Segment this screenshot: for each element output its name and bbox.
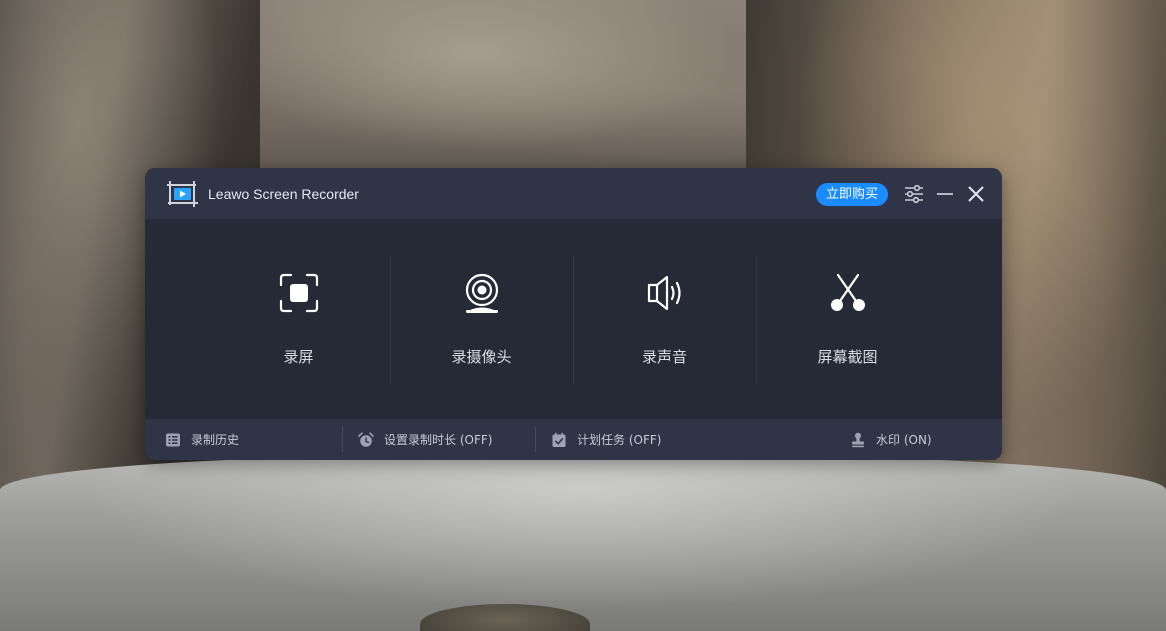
recording-history-label: 录制历史	[191, 433, 240, 447]
list-icon	[166, 433, 180, 446]
app-title: Leawo Screen Recorder	[208, 186, 359, 202]
stamp-icon	[852, 432, 864, 447]
recording-history-button[interactable]: 录制历史	[165, 419, 239, 460]
bottom-divider	[535, 427, 536, 452]
record-webcam-label: 录摄像头	[451, 348, 512, 366]
feature-panel: 录屏 录摄像头 录声音 屏幕截图	[145, 219, 1002, 419]
bottom-bar: 录制历史 设置录制时长 (OFF) 计划任务 (OFF) 水印 (ON)	[145, 419, 1002, 460]
screenshot-button[interactable]: 屏幕截图	[756, 219, 939, 419]
scissors-icon	[830, 273, 865, 311]
settings-sliders-icon[interactable]	[904, 185, 924, 203]
close-icon[interactable]	[966, 184, 986, 204]
record-audio-label: 录声音	[641, 348, 687, 366]
watermark-button[interactable]: 水印 (ON)	[850, 419, 932, 460]
set-duration-label: 设置录制时长 (OFF)	[384, 433, 493, 447]
scheduled-task-label: 计划任务 (OFF)	[577, 433, 662, 447]
webcam-icon	[465, 273, 498, 313]
buy-now-button[interactable]: 立即购买	[816, 183, 888, 206]
record-screen-icon	[279, 273, 318, 313]
scheduled-task-button[interactable]: 计划任务 (OFF)	[551, 419, 661, 460]
record-audio-button[interactable]: 录声音	[573, 219, 756, 419]
app-logo-icon	[167, 181, 198, 207]
record-screen-button[interactable]: 录屏	[207, 219, 390, 419]
screenshot-label: 屏幕截图	[817, 348, 878, 366]
bottom-divider	[342, 427, 343, 452]
app-window: Leawo Screen Recorder 立即购买 录屏 录摄像头 录声音 屏…	[145, 168, 1002, 460]
calendar-check-icon	[552, 432, 566, 447]
title-bar[interactable]: Leawo Screen Recorder 立即购买	[145, 168, 1002, 219]
alarm-clock-icon	[358, 431, 374, 447]
minimize-icon[interactable]	[936, 185, 954, 203]
watermark-label: 水印 (ON)	[876, 433, 932, 447]
speaker-icon	[647, 275, 681, 311]
record-screen-label: 录屏	[283, 348, 314, 366]
record-webcam-button[interactable]: 录摄像头	[390, 219, 573, 419]
set-duration-button[interactable]: 设置录制时长 (OFF)	[358, 419, 492, 460]
